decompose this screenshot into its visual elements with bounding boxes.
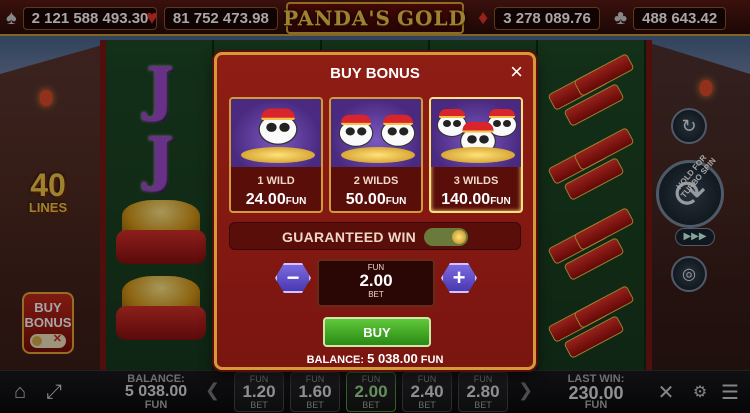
dialog-balance-currency: FUN — [420, 354, 444, 366]
dialog-balance-label: BALANCE: — [306, 354, 365, 366]
option-label: 1 WILD — [257, 175, 295, 187]
panda-icon — [336, 114, 375, 150]
option-label: 2 WILDS — [353, 175, 399, 187]
dialog-balance: BALANCE: 5 038.00 FUN — [217, 351, 533, 366]
guaranteed-win-toggle[interactable] — [424, 228, 468, 246]
panda-art — [431, 99, 521, 167]
gold-pile-icon — [441, 147, 515, 163]
panda-art — [231, 99, 321, 167]
buy-button[interactable]: BUY — [323, 317, 431, 347]
guaranteed-win-row: GUARANTEED WIN — [229, 222, 521, 250]
panda-icon — [256, 108, 300, 148]
bonus-option-1[interactable]: 1 WILD 24.00FUN — [229, 97, 323, 213]
buy-bonus-dialog: BUY BONUS × 1 WILD 24.00FUN 2 WILDS 50.0… — [214, 52, 536, 370]
close-icon[interactable]: × — [510, 61, 523, 83]
panda-art — [331, 99, 421, 167]
option-price: 50.00FUN — [345, 191, 407, 208]
bet-increase-button[interactable]: + — [441, 263, 477, 293]
dialog-balance-value: 5 038.00 — [367, 351, 418, 366]
bet-decrease-button[interactable]: − — [275, 263, 311, 293]
bonus-option-2[interactable]: 2 WILDS 50.00FUN — [329, 97, 423, 213]
bonus-option-3[interactable]: 3 WILDS 140.00FUN — [429, 97, 523, 213]
guaranteed-win-label: GUARANTEED WIN — [282, 229, 417, 245]
bet-display: FUN 2.00 BET — [317, 259, 435, 307]
option-price: 140.00FUN — [441, 191, 511, 208]
panda-icon — [378, 114, 417, 150]
bet-label: BET — [368, 290, 384, 299]
bet-value: 2.00 — [359, 271, 393, 290]
option-label: 3 WILDS — [453, 175, 499, 187]
gold-pile-icon — [341, 147, 415, 163]
option-price: 24.00FUN — [245, 191, 307, 208]
dialog-title: BUY BONUS — [330, 65, 420, 82]
gold-pile-icon — [241, 147, 315, 163]
